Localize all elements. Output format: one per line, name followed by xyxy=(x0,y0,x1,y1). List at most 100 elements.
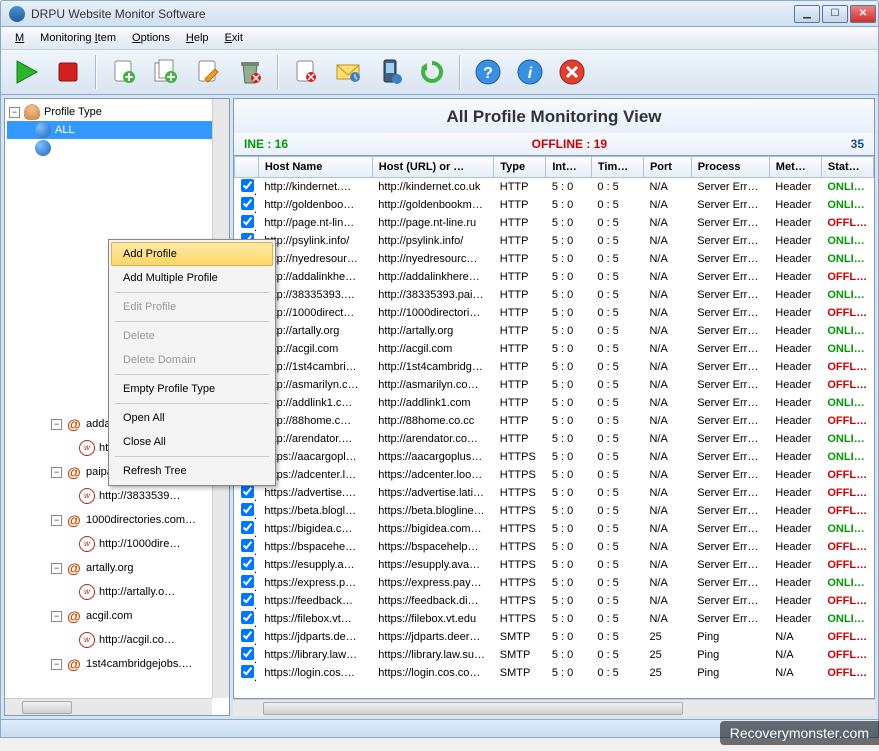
table-row[interactable]: https://adcenter.l… https://adcenter.loo… xyxy=(235,466,874,484)
table-row[interactable]: https://bigidea.c… https://bigidea.com… … xyxy=(235,520,874,538)
row-checkbox[interactable] xyxy=(241,539,254,552)
row-checkbox[interactable] xyxy=(241,503,254,516)
row-checkbox[interactable] xyxy=(241,593,254,606)
table-row[interactable]: https://express.p… https://express.pay… … xyxy=(235,574,874,592)
ctx-edit-profile[interactable]: Edit Profile xyxy=(111,295,273,319)
table-row[interactable]: http://arendator.… http://arendator.co… … xyxy=(235,430,874,448)
table-row[interactable]: http://psylink.info/ http://psylink.info… xyxy=(235,232,874,250)
cell-process: Server Erro… xyxy=(691,268,769,286)
ctx-delete-domain[interactable]: Delete Domain xyxy=(111,348,273,372)
ctx-add-profile[interactable]: Add Profile xyxy=(111,242,273,266)
tree-root[interactable]: −Profile Type xyxy=(7,103,227,121)
row-checkbox[interactable] xyxy=(241,215,254,228)
ctx-delete[interactable]: Delete xyxy=(111,324,273,348)
table-row[interactable]: https://login.cos.… https://login.cos.co… xyxy=(235,664,874,682)
table-row[interactable]: http://38335393.… http://38335393.pai… H… xyxy=(235,286,874,304)
cell-timeout: 0 : 5 xyxy=(591,484,643,502)
add-profile-button[interactable] xyxy=(105,53,143,91)
ctx-refresh[interactable]: Refresh Tree xyxy=(111,459,273,483)
menu-options[interactable]: Options xyxy=(124,29,178,47)
report-button[interactable] xyxy=(287,53,325,91)
email-button[interactable] xyxy=(329,53,367,91)
row-checkbox[interactable] xyxy=(241,575,254,588)
col-timeout[interactable]: Tim… xyxy=(591,157,643,178)
col-method[interactable]: Met… xyxy=(769,157,821,178)
start-button[interactable] xyxy=(7,53,45,91)
table-row[interactable]: https://library.law… https://library.law… xyxy=(235,646,874,664)
ctx-close-all[interactable]: Close All xyxy=(111,430,273,454)
col-interval[interactable]: Int… xyxy=(546,157,592,178)
table-row[interactable]: https://aacargopl… https://aacargoplus… … xyxy=(235,448,874,466)
grid-header[interactable]: Host Name Host (URL) or … Type Int… Tim…… xyxy=(235,157,874,178)
col-process[interactable]: Process xyxy=(691,157,769,178)
about-button[interactable]: i xyxy=(511,53,549,91)
ctx-empty[interactable]: Empty Profile Type xyxy=(111,377,273,401)
col-status[interactable]: Stat… xyxy=(821,157,873,178)
table-row[interactable]: http://addlink1.c… http://addlink1.com H… xyxy=(235,394,874,412)
table-row[interactable]: https://bspacehe… https://bspacehelp… HT… xyxy=(235,538,874,556)
col-port[interactable]: Port xyxy=(643,157,691,178)
tree-item[interactable]: whttp://3833539… xyxy=(7,484,227,508)
maximize-button[interactable]: ☐ xyxy=(822,5,848,23)
delete-button[interactable] xyxy=(231,53,269,91)
tree-item[interactable]: whttp://artally.o… xyxy=(7,580,227,604)
table-row[interactable]: http://kindernet.… http://kindernet.co.u… xyxy=(235,178,874,197)
tree-item[interactable]: whttp://acgil.co… xyxy=(7,628,227,652)
table-row[interactable]: http://1000direct… http://1000directori…… xyxy=(235,304,874,322)
ctx-open-all[interactable]: Open All xyxy=(111,406,273,430)
row-checkbox[interactable] xyxy=(241,647,254,660)
row-checkbox[interactable] xyxy=(241,197,254,210)
data-grid[interactable]: Host Name Host (URL) or … Type Int… Tim…… xyxy=(233,155,875,699)
row-checkbox[interactable] xyxy=(241,179,254,192)
menu-monitoring-item[interactable]: Monitoring Item xyxy=(32,29,124,47)
refresh-button[interactable] xyxy=(413,53,451,91)
table-row[interactable]: https://feedback… https://feedback.di… H… xyxy=(235,592,874,610)
add-multiple-button[interactable] xyxy=(147,53,185,91)
row-checkbox[interactable] xyxy=(241,665,254,678)
table-row[interactable]: https://jdparts.de… https://jdparts.deer… xyxy=(235,628,874,646)
tree-item[interactable]: −@1000directories.com… xyxy=(7,508,227,532)
exit-button[interactable] xyxy=(553,53,591,91)
tree-item[interactable]: whttp://1000dire… xyxy=(7,532,227,556)
sidebar-h-scrollbar[interactable] xyxy=(5,698,212,715)
col-checkbox[interactable] xyxy=(235,157,259,178)
minimize-button[interactable]: ▁ xyxy=(794,5,820,23)
mobile-button[interactable] xyxy=(371,53,409,91)
edit-profile-button[interactable] xyxy=(189,53,227,91)
table-row[interactable]: http://1st4cambri… http://1st4cambridg… … xyxy=(235,358,874,376)
tree-item[interactable]: −@acgil.com xyxy=(7,604,227,628)
table-row[interactable]: https://advertise.… https://advertise.la… xyxy=(235,484,874,502)
row-checkbox[interactable] xyxy=(241,557,254,570)
table-row[interactable]: https://beta.blogl… https://beta.bloglin… xyxy=(235,502,874,520)
menu-exit[interactable]: Exit xyxy=(217,29,251,47)
tree-all[interactable]: ALL xyxy=(7,121,227,139)
table-row[interactable]: http://addalinkhe… http://addalinkhere… … xyxy=(235,268,874,286)
menu-help[interactable]: Help xyxy=(178,29,217,47)
cell-url: https://express.pay… xyxy=(372,574,494,592)
stop-button[interactable] xyxy=(49,53,87,91)
col-url[interactable]: Host (URL) or … xyxy=(372,157,494,178)
row-checkbox[interactable] xyxy=(241,629,254,642)
tree-http[interactable] xyxy=(7,139,227,157)
table-row[interactable]: https://filebox.vt… https://filebox.vt.e… xyxy=(235,610,874,628)
tree-item[interactable]: −@1st4cambridgejobs.… xyxy=(7,652,227,676)
col-type[interactable]: Type xyxy=(494,157,546,178)
table-row[interactable]: http://goldenboo… http://goldenbookm… HT… xyxy=(235,196,874,214)
grid-h-scrollbar[interactable] xyxy=(233,699,875,716)
table-row[interactable]: https://esupply.a… https://esupply.ava… … xyxy=(235,556,874,574)
table-row[interactable]: http://88home.c… http://88home.co.cc HTT… xyxy=(235,412,874,430)
ctx-add-multiple[interactable]: Add Multiple Profile xyxy=(111,266,273,290)
close-button[interactable]: ✕ xyxy=(850,5,876,23)
col-host[interactable]: Host Name xyxy=(258,157,372,178)
row-checkbox[interactable] xyxy=(241,485,254,498)
help-button[interactable]: ? xyxy=(469,53,507,91)
table-row[interactable]: http://page.nt-lin… http://page.nt-line.… xyxy=(235,214,874,232)
row-checkbox[interactable] xyxy=(241,521,254,534)
table-row[interactable]: http://acgil.com http://acgil.com HTTP 5… xyxy=(235,340,874,358)
menu-monitoring[interactable]: M xyxy=(7,29,32,47)
tree-item[interactable]: −@artally.org xyxy=(7,556,227,580)
table-row[interactable]: http://asmarilyn.c… http://asmarilyn.co…… xyxy=(235,376,874,394)
row-checkbox[interactable] xyxy=(241,611,254,624)
table-row[interactable]: http://nyedresour… http://nyedresourc… H… xyxy=(235,250,874,268)
table-row[interactable]: http://artally.org http://artally.org HT… xyxy=(235,322,874,340)
